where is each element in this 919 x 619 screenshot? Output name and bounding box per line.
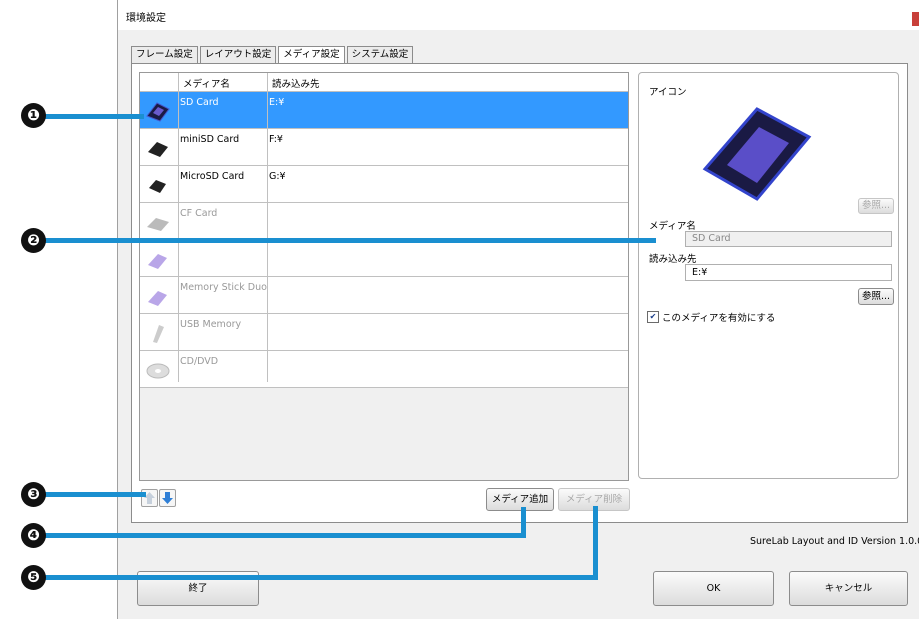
callout-3-line (44, 492, 146, 497)
callout-3: ❸ (21, 482, 46, 507)
callout-4: ❹ (21, 523, 46, 548)
cancel-button[interactable]: キャンセル (789, 571, 908, 606)
media-name-label: メディア名 (649, 221, 696, 232)
media-name: Memory Stick Duo (180, 282, 267, 293)
enable-checkbox[interactable]: ✔ (647, 311, 659, 323)
callout-1-line (44, 114, 144, 119)
icon-label: アイコン (649, 87, 687, 98)
media-name: CF Card (180, 208, 218, 219)
close-icon[interactable] (912, 12, 919, 26)
window-title: 環境設定 (126, 13, 166, 24)
column-header-read-from: 読み込み先 (272, 79, 320, 90)
minisd-card-icon (148, 142, 168, 157)
browse-icon-button[interactable]: 参照... (858, 198, 894, 214)
list-header: メディア名 読み込み先 (140, 73, 628, 92)
callout-1: ❶ (21, 103, 46, 128)
media-row-cd-dvd[interactable]: CD/DVD (140, 351, 628, 388)
callout-5-line (44, 575, 598, 580)
media-row-sd-card[interactable]: SD Card E:¥ (140, 92, 628, 129)
media-path: E:¥ (269, 97, 285, 108)
read-from-field[interactable]: E:¥ (685, 264, 892, 281)
sd-card-icon (146, 102, 170, 122)
media-name: SD Card (180, 97, 219, 108)
media-name: miniSD Card (180, 134, 240, 145)
tab-layout-settings[interactable]: レイアウト設定 (199, 46, 277, 64)
callout-2: ❷ (21, 228, 46, 253)
media-path: G:¥ (269, 171, 286, 182)
media-row-cf-card[interactable]: CF Card (140, 203, 628, 240)
cd-dvd-icon (146, 363, 170, 379)
arrow-down-icon (162, 492, 173, 504)
media-name-field[interactable]: SD Card (685, 231, 892, 247)
memory-stick-icon (148, 254, 167, 269)
media-list[interactable]: メディア名 読み込み先 SD Card E:¥ miniSD Card F:¥ … (139, 72, 629, 481)
sd-card-preview-icon (702, 107, 812, 201)
tab-frame-settings[interactable]: フレーム設定 (131, 46, 198, 64)
media-row-usb-memory[interactable]: USB Memory (140, 314, 628, 351)
tab-system-settings[interactable]: システム設定 (346, 46, 414, 64)
callout-5: ❺ (21, 565, 46, 590)
browse-path-button[interactable]: 参照... (858, 288, 894, 305)
column-divider (178, 73, 179, 382)
move-down-button[interactable] (159, 489, 176, 507)
media-detail-group: アイコン 参照... メディア名 SD Card 読み込み先 E:¥ 参照...… (638, 72, 899, 479)
add-media-button[interactable]: メディア追加 (486, 488, 554, 511)
callout-4-line (44, 533, 526, 538)
media-path: F:¥ (269, 134, 283, 145)
enable-label: このメディアを有効にする (662, 313, 776, 324)
cf-card-icon (147, 218, 169, 231)
tab-bar: フレーム設定 レイアウト設定 メディア設定 システム設定 (131, 46, 415, 65)
ok-button[interactable]: OK (653, 571, 774, 606)
title-bar: 環境設定 (118, 0, 919, 30)
callout-2-line (44, 238, 656, 243)
media-row-memory-stick[interactable] (140, 240, 628, 277)
usb-memory-icon (153, 325, 164, 343)
column-header-media-name: メディア名 (183, 79, 230, 90)
media-row-minisd-card[interactable]: miniSD Card F:¥ (140, 129, 628, 166)
media-name: USB Memory (180, 319, 242, 330)
media-row-microsd-card[interactable]: MicroSD Card G:¥ (140, 166, 628, 203)
memory-stick-duo-icon (148, 291, 167, 306)
microsd-card-icon (149, 180, 166, 193)
column-divider (267, 73, 268, 382)
media-row-memory-stick-duo[interactable]: Memory Stick Duo (140, 277, 628, 314)
media-name: CD/DVD (180, 356, 219, 367)
settings-window: 環境設定 フレーム設定 レイアウト設定 メディア設定 システム設定 メディア名 … (117, 0, 919, 619)
callout-4-line-vertical (521, 507, 526, 538)
version-label: SureLab Layout and ID Version 1.0.0.0 (750, 536, 919, 547)
callout-5-line-vertical (593, 506, 598, 580)
read-from-label: 読み込み先 (649, 254, 697, 265)
media-name: MicroSD Card (180, 171, 245, 182)
